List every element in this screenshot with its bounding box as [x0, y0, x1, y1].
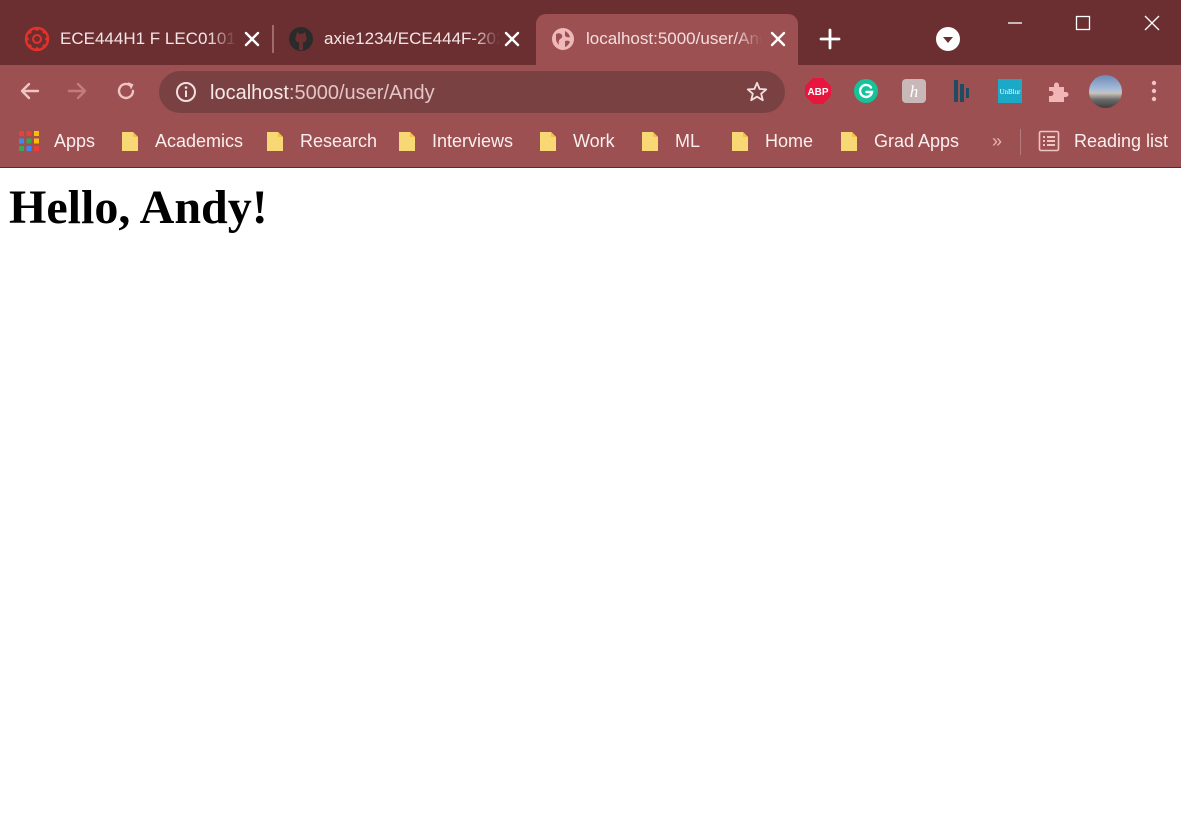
bookmark-apps[interactable]: Apps [18, 128, 95, 154]
address-bar[interactable]: localhost:5000/user/Andy [159, 71, 785, 113]
apps-grid-icon [19, 131, 39, 151]
bookmark-label: Academics [155, 130, 244, 151]
folder-icon [841, 132, 857, 151]
bookmark-label: Interviews [432, 130, 514, 151]
tab-title: ECE444H1 F LEC0101 [60, 29, 236, 48]
bookmark-folder-ml[interactable]: ML [641, 128, 700, 154]
close-icon[interactable] [242, 29, 262, 49]
tab-title: localhost:5000/user/Andy [586, 29, 762, 48]
reload-icon[interactable] [112, 77, 140, 105]
adblock-plus-icon[interactable]: ABP [804, 77, 832, 105]
honey-label: h [910, 82, 919, 101]
back-arrow-icon[interactable] [16, 77, 44, 105]
abp-label: ABP [807, 87, 828, 98]
close-icon[interactable] [502, 29, 522, 49]
tab-github-repo[interactable]: axie1234/ECE444F-2021 [274, 14, 532, 65]
more-menu-icon[interactable] [1140, 77, 1168, 105]
reading-list-icon [1038, 130, 1060, 152]
minimize-icon[interactable] [1000, 8, 1030, 38]
bookmark-folder-grad-apps[interactable]: Grad Apps [840, 128, 959, 154]
forward-arrow-icon[interactable] [63, 77, 91, 105]
canvas-icon [24, 26, 50, 52]
maximize-icon[interactable] [1068, 8, 1098, 38]
bookmark-label: Apps [54, 130, 96, 151]
url-path: :5000/user/Andy [288, 82, 435, 104]
bookmarks-separator [1020, 129, 1021, 155]
bookmark-folder-research[interactable]: Research [266, 128, 377, 154]
globe-icon [552, 28, 574, 50]
chevron-down-icon [943, 37, 953, 43]
overflow-chevron-icon: » [992, 130, 1003, 151]
bookmark-label: Research [300, 130, 378, 151]
tab-ece444-course[interactable]: ECE444H1 F LEC0101 [10, 14, 272, 65]
url-host: localhost [210, 82, 289, 104]
dashlane-icon[interactable] [948, 77, 976, 105]
tab-localhost-user[interactable]: localhost:5000/user/Andy [536, 14, 798, 65]
bookmarks-overflow-button[interactable]: » [992, 128, 1002, 154]
folder-icon [267, 132, 283, 151]
info-icon[interactable] [175, 81, 197, 103]
bookmark-folder-home[interactable]: Home [731, 128, 813, 154]
bookmark-folder-work[interactable]: Work [539, 128, 615, 154]
folder-icon [122, 132, 138, 151]
folder-icon [540, 132, 556, 151]
grammarly-icon[interactable] [852, 77, 880, 105]
github-icon [289, 27, 313, 51]
extensions-puzzle-icon[interactable] [1044, 77, 1072, 105]
tab-strip: ECE444H1 F LEC0101 axie1234/ECE444F-2021… [0, 0, 1181, 65]
star-icon[interactable] [745, 80, 769, 104]
reading-list-button[interactable]: Reading list [1038, 128, 1168, 154]
unblur-icon[interactable]: UnBlur [996, 77, 1024, 105]
profile-avatar[interactable] [1089, 75, 1122, 108]
reading-list-label: Reading list [1074, 130, 1169, 151]
tab-search-button[interactable] [936, 27, 960, 51]
bookmark-folder-academics[interactable]: Academics [121, 128, 243, 154]
folder-icon [399, 132, 415, 151]
unblur-label: UnBlur [1000, 88, 1022, 96]
url-text: localhost:5000/user/Andy [210, 82, 435, 104]
bookmark-label: ML [675, 130, 701, 151]
bookmark-folder-interviews[interactable]: Interviews [398, 128, 513, 154]
folder-icon [732, 132, 748, 151]
page-heading: Hello, Andy! [9, 181, 268, 234]
bookmarks-bar: Apps Academics Research Interviews Work … [0, 117, 1181, 168]
folder-icon [642, 132, 658, 151]
tab-title: axie1234/ECE444F-2021 [324, 29, 500, 48]
close-icon[interactable] [768, 29, 788, 49]
honey-icon[interactable]: h [900, 77, 928, 105]
bookmark-label: Grad Apps [874, 130, 960, 151]
bookmark-label: Home [765, 130, 814, 151]
new-tab-plus-icon[interactable] [816, 25, 844, 53]
window-close-icon[interactable] [1137, 8, 1167, 38]
bookmark-label: Work [573, 130, 615, 151]
page-content: Hello, Andy! [0, 168, 1181, 820]
browser-toolbar: localhost:5000/user/Andy ABP h UnBlur [0, 65, 1181, 117]
